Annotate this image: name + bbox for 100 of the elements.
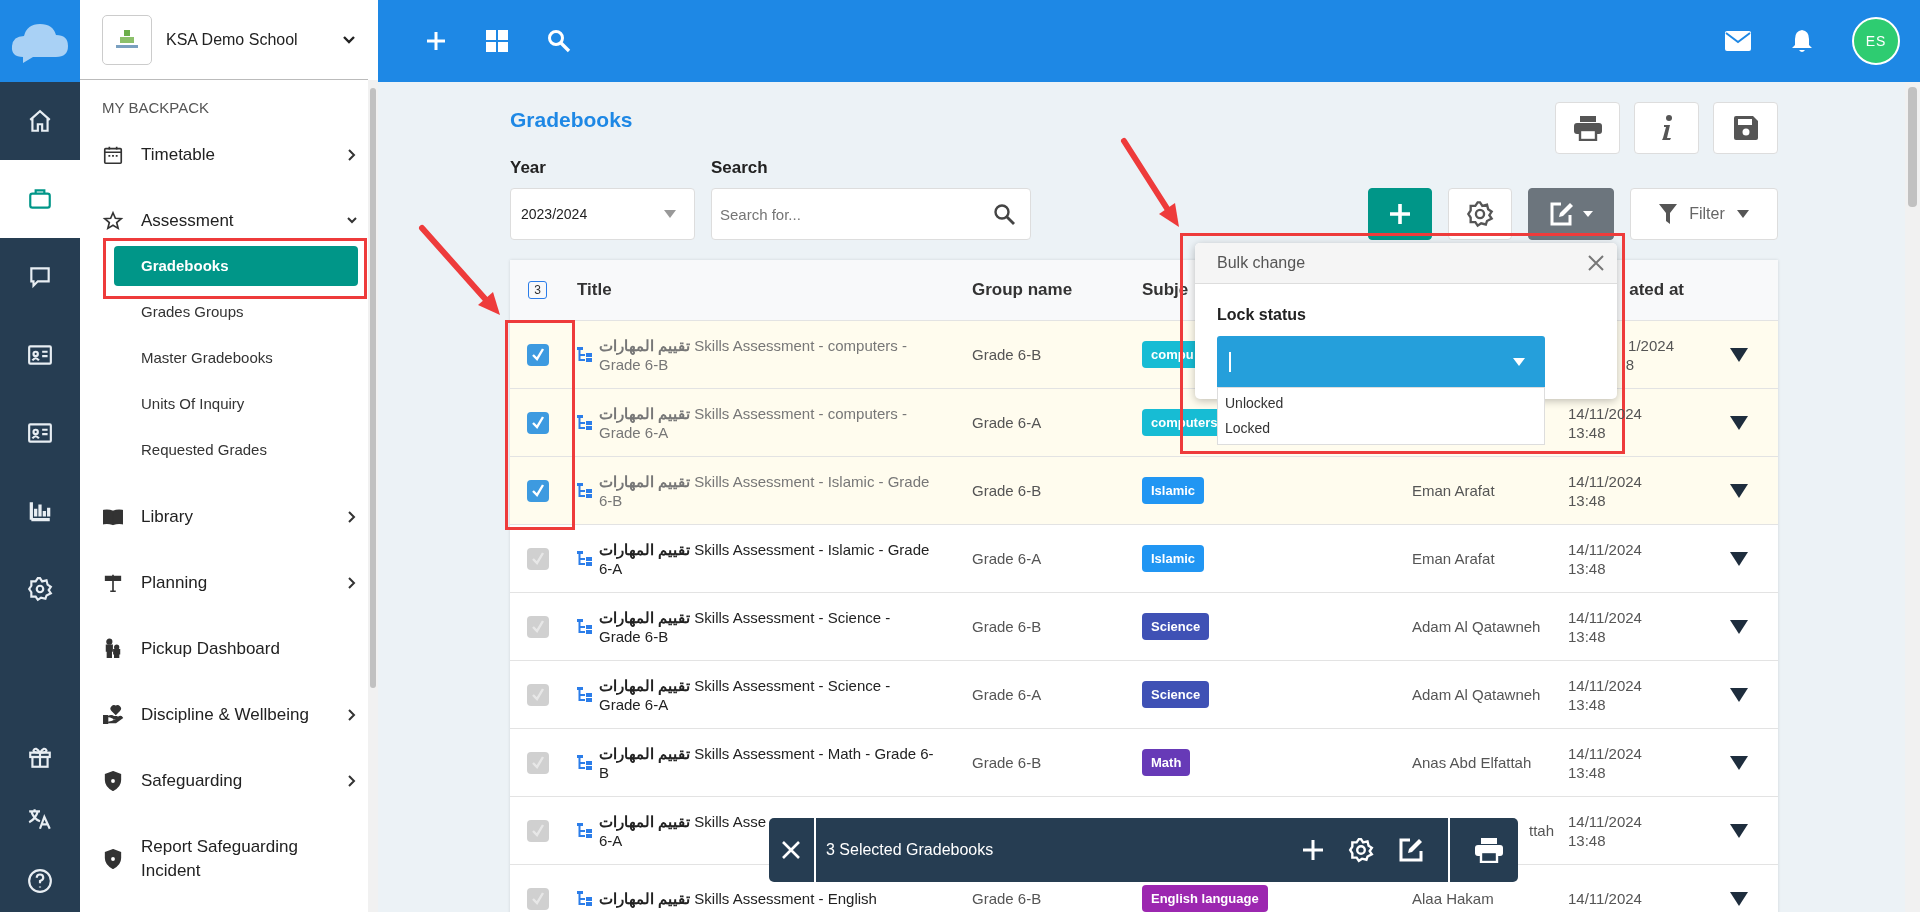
row-menu-caret-icon[interactable]	[1730, 823, 1748, 838]
table-cell: 14/11/2024	[1568, 889, 1642, 908]
row-menu-caret-icon[interactable]	[1730, 415, 1748, 430]
hierarchy-icon	[577, 821, 593, 840]
add-button[interactable]	[1368, 188, 1432, 240]
table-cell: 14/11/2024	[1568, 811, 1642, 831]
print-button[interactable]	[1555, 102, 1620, 154]
caret-icon	[1736, 210, 1749, 218]
field-label: Lock status	[1217, 306, 1307, 324]
info-button[interactable]	[1634, 102, 1699, 154]
edit-icon[interactable]	[1398, 837, 1424, 863]
row-menu-caret-icon[interactable]	[1730, 755, 1748, 770]
table-cell: 13:48	[1568, 626, 1606, 646]
row-checkbox[interactable]	[526, 479, 549, 502]
funnel-icon	[1659, 204, 1678, 224]
checkmark-icon	[529, 550, 546, 567]
row-checkbox[interactable]	[526, 343, 549, 366]
search-field[interactable]: Search for...	[711, 188, 1031, 240]
sidebar-item[interactable]: Safeguarding	[102, 748, 368, 814]
table-cell: 13:48	[1568, 558, 1606, 578]
table-cell: 13:48	[1568, 762, 1606, 782]
star-icon	[102, 210, 124, 232]
row-checkbox[interactable]	[526, 683, 549, 706]
sidebar-subitem[interactable]: Gradebooks	[114, 246, 358, 286]
info-icon	[1659, 114, 1674, 142]
hierarchy-icon	[577, 617, 593, 636]
checkmark-icon	[529, 618, 546, 635]
hierarchy-icon	[577, 889, 593, 908]
hierarchy-icon	[577, 753, 593, 772]
chevron-right-icon[interactable]	[346, 148, 358, 162]
sidebar-subitem[interactable]: Requested Grades	[114, 427, 358, 473]
save-button[interactable]	[1713, 102, 1778, 154]
sidebar-subitem[interactable]: Grades Groups	[114, 289, 358, 335]
column-header[interactable]: Title	[577, 280, 612, 300]
calendar-icon	[102, 144, 124, 166]
edit-caret-icon	[1549, 201, 1593, 227]
row-checkbox[interactable]	[526, 751, 549, 774]
chevron-down-icon[interactable]	[342, 34, 356, 45]
row-checkbox[interactable]	[526, 411, 549, 434]
help-icon	[27, 868, 53, 894]
chevron-right-icon[interactable]	[346, 510, 358, 524]
table-cell: Alaa Hakam	[1412, 889, 1494, 908]
row-menu-caret-icon[interactable]	[1730, 891, 1748, 906]
row-menu-caret-icon[interactable]	[1730, 687, 1748, 702]
sidebar-item[interactable]: Library	[102, 484, 368, 550]
table-cell: Adam Al Qatawneh	[1412, 617, 1541, 636]
sidebar-item[interactable]: Planning	[102, 550, 368, 616]
scrollbar[interactable]	[1905, 82, 1920, 912]
chevron-right-icon[interactable]	[346, 774, 358, 788]
chevron-right-icon[interactable]	[346, 708, 358, 722]
table-cell: Anas Abd Elfattah	[1412, 753, 1532, 772]
settings-icon	[27, 576, 53, 602]
sidebar-subitem[interactable]: Master Gradebooks	[114, 335, 358, 381]
scrollbar[interactable]	[368, 80, 378, 912]
table-cell: 14/11/2024	[1568, 471, 1642, 491]
sidebar-item[interactable]: Pickup Dashboard	[102, 616, 368, 682]
sidebar-subitem[interactable]: Units Of Inquiry	[114, 381, 358, 427]
settings-icon[interactable]	[1348, 837, 1374, 863]
caret-icon	[1513, 357, 1525, 366]
row-checkbox[interactable]	[526, 819, 549, 842]
settings-button[interactable]	[1448, 188, 1512, 240]
popup-title: Bulk change	[1217, 254, 1306, 272]
grid-icon[interactable]	[485, 29, 509, 53]
sidebar-item[interactable]: Discipline & Wellbeing	[102, 682, 368, 748]
notification-bell-icon[interactable]	[1790, 28, 1814, 54]
checkmark-icon	[529, 686, 546, 703]
table-cell: Eman Arafat	[1412, 549, 1495, 568]
row-checkbox[interactable]	[526, 547, 549, 570]
row-menu-caret-icon[interactable]	[1730, 483, 1748, 498]
row-checkbox[interactable]	[526, 887, 549, 910]
table-cell: Grade 6-A	[972, 413, 1042, 432]
briefcase-icon	[27, 186, 53, 212]
table-cell: Grade 6-B	[972, 753, 1042, 772]
row-menu-caret-icon[interactable]	[1730, 551, 1748, 566]
search-icon[interactable]	[993, 203, 1015, 225]
school-name[interactable]: KSA Demo School	[166, 30, 328, 49]
gradebook-title[interactable]: 6-A	[599, 830, 623, 850]
table-cell: 13:48	[1568, 830, 1606, 850]
filter-button[interactable]: Filter	[1630, 188, 1778, 240]
row-menu-caret-icon[interactable]	[1730, 619, 1748, 634]
sidebar-item[interactable]: Assessment	[102, 188, 368, 243]
table-cell: Eman Arafat	[1412, 481, 1495, 500]
mail-icon[interactable]	[1724, 30, 1752, 52]
print-icon[interactable]	[1474, 837, 1504, 863]
caret-icon	[664, 210, 676, 218]
table-cell-text: 1/2024	[1627, 335, 1674, 355]
chevron-right-icon[interactable]	[346, 576, 358, 590]
column-header[interactable]: Group name	[972, 280, 1073, 300]
checkmark-icon	[529, 346, 546, 363]
row-checkbox[interactable]	[526, 615, 549, 638]
add-icon[interactable]	[1302, 839, 1324, 861]
table-cell: 13:48	[1568, 694, 1606, 714]
table-cell: 13:48	[1568, 422, 1606, 442]
row-menu-caret-icon[interactable]	[1730, 347, 1748, 362]
sidebar-item[interactable]: Report Safeguarding Incident	[102, 814, 368, 904]
bulk-edit-button[interactable]	[1528, 188, 1614, 240]
home-icon	[27, 108, 53, 134]
subject-tag: Islamic	[1142, 477, 1205, 504]
year-select[interactable]: 2023/2024	[510, 188, 695, 240]
sidebar-item[interactable]: Timetable	[102, 122, 368, 188]
